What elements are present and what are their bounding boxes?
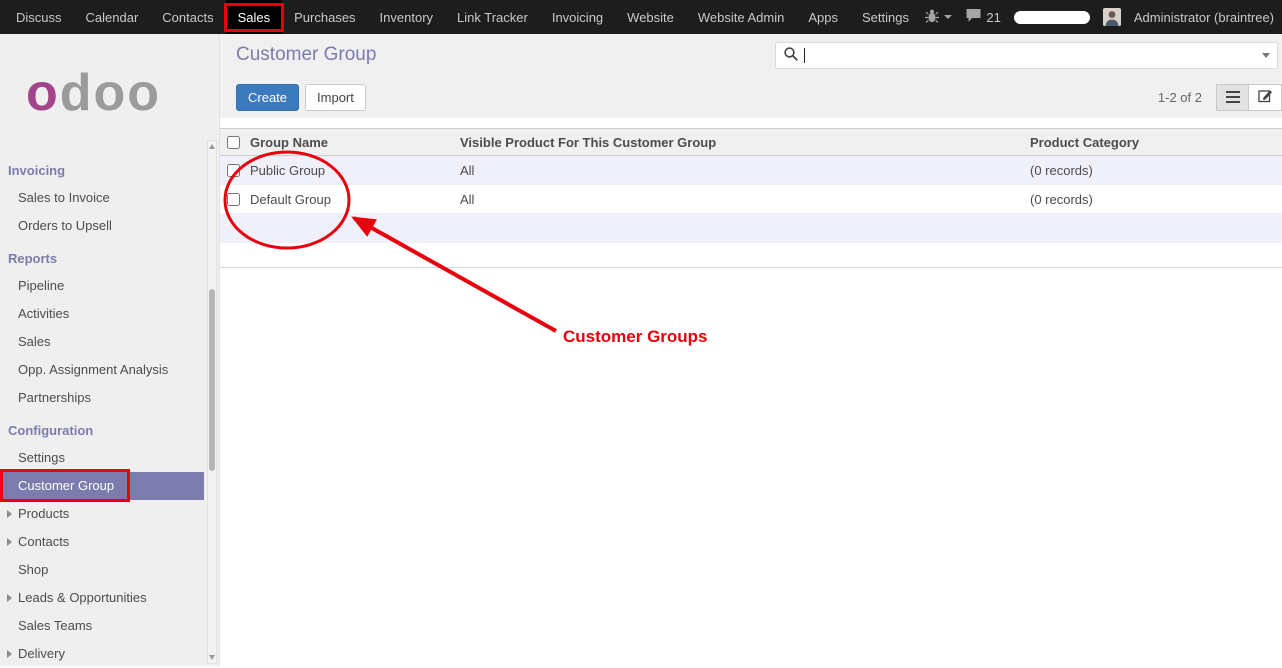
nav-item-sales[interactable]: Sales <box>226 0 283 34</box>
odoo-logo: odoo <box>0 34 204 152</box>
nav-item-apps[interactable]: Apps <box>796 0 850 34</box>
user-menu[interactable]: Administrator (braintree) <box>1134 10 1274 25</box>
main-content: Customer Group Create Import 1-2 of 2 <box>220 34 1282 666</box>
row-checkbox[interactable] <box>227 164 240 177</box>
sidebar-item-contacts[interactable]: Contacts <box>0 528 204 556</box>
row-checkbox[interactable] <box>227 193 240 206</box>
column-header-product-category[interactable]: Product Category <box>1030 135 1282 150</box>
cell-product-category: (0 records) <box>1030 192 1282 207</box>
scrollbar-thumb[interactable] <box>209 289 215 471</box>
sidebar-item-activities[interactable]: Activities <box>0 300 204 328</box>
chevron-down-icon <box>944 15 952 19</box>
sidebar-item-orders-to-upsell[interactable]: Orders to Upsell <box>0 212 204 240</box>
pager: 1-2 of 2 <box>1158 90 1202 105</box>
cell-product-category: (0 records) <box>1030 163 1282 178</box>
bug-icon <box>924 9 940 26</box>
caret-right-icon <box>7 594 12 602</box>
nav-item-website-admin[interactable]: Website Admin <box>686 0 796 34</box>
cell-group-name: Public Group <box>248 163 460 178</box>
nav-item-settings[interactable]: Settings <box>850 0 921 34</box>
cell-group-name: Default Group <box>248 192 460 207</box>
chat-icon <box>965 8 982 26</box>
empty-row <box>220 214 1282 243</box>
breadcrumb-row: Customer Group <box>220 34 1282 76</box>
user-avatar[interactable] <box>1103 8 1121 26</box>
sidebar-section-title: Reports <box>0 246 204 272</box>
sidebar-section-configuration: Configuration Settings Customer Group Pr… <box>0 418 204 668</box>
create-button[interactable]: Create <box>236 84 299 111</box>
nav-item-invoicing[interactable]: Invoicing <box>540 0 615 34</box>
sidebar: odoo Invoicing Sales to Invoice Orders t… <box>0 34 220 666</box>
sidebar-item-opp-assignment-analysis[interactable]: Opp. Assignment Analysis <box>0 356 204 384</box>
button-row: Create Import 1-2 of 2 <box>220 76 1282 118</box>
caret-right-icon <box>7 510 12 518</box>
sidebar-item-sales-teams[interactable]: Sales Teams <box>0 612 204 640</box>
empty-row <box>220 243 1282 268</box>
sidebar-item-settings[interactable]: Settings <box>0 444 204 472</box>
sidebar-section-title: Invoicing <box>0 158 204 184</box>
list-view-button[interactable] <box>1216 84 1249 111</box>
search-input[interactable] <box>807 48 1262 63</box>
sidebar-item-sales[interactable]: Sales <box>0 328 204 356</box>
nav-item-discuss[interactable]: Discuss <box>4 0 74 34</box>
nav-item-website[interactable]: Website <box>615 0 686 34</box>
sidebar-item-pipeline[interactable]: Pipeline <box>0 272 204 300</box>
customer-group-list: Group Name Visible Product For This Cust… <box>220 128 1282 268</box>
nav-item-link-tracker[interactable]: Link Tracker <box>445 0 540 34</box>
sidebar-item-products[interactable]: Products <box>0 500 204 528</box>
sidebar-section-invoicing: Invoicing Sales to Invoice Orders to Ups… <box>0 158 204 240</box>
sidebar-section-reports: Reports Pipeline Activities Sales Opp. A… <box>0 246 204 412</box>
sidebar-item-delivery[interactable]: Delivery <box>0 640 204 668</box>
sidebar-menu: odoo Invoicing Sales to Invoice Orders t… <box>0 34 204 668</box>
debug-menu[interactable] <box>924 9 952 26</box>
import-button[interactable]: Import <box>305 84 366 111</box>
view-switcher <box>1216 84 1282 111</box>
edit-form-icon <box>1258 88 1273 106</box>
sidebar-item-sales-to-invoice[interactable]: Sales to Invoice <box>0 184 204 212</box>
messages-menu[interactable]: 21 <box>965 8 1000 26</box>
sidebar-scrollbar[interactable] <box>207 140 217 664</box>
app-menu: Discuss Calendar Contacts Sales Purchase… <box>0 0 921 34</box>
table-row-public-group[interactable]: Public Group All (0 records) <box>220 156 1282 185</box>
nav-item-inventory[interactable]: Inventory <box>368 0 445 34</box>
sidebar-item-leads-opportunities[interactable]: Leads & Opportunities <box>0 584 204 612</box>
nav-item-purchases[interactable]: Purchases <box>282 0 367 34</box>
column-header-group-name[interactable]: Group Name <box>248 135 460 150</box>
nav-item-calendar[interactable]: Calendar <box>74 0 151 34</box>
cell-visible-product: All <box>460 192 1030 207</box>
table-header-row: Group Name Visible Product For This Cust… <box>220 128 1282 156</box>
top-navbar: Discuss Calendar Contacts Sales Purchase… <box>0 0 1282 34</box>
select-all-checkbox[interactable] <box>227 136 240 149</box>
status-pill <box>1014 11 1090 24</box>
sidebar-item-customer-group[interactable]: Customer Group <box>0 472 204 500</box>
form-view-button[interactable] <box>1249 84 1282 111</box>
text-cursor <box>804 48 805 63</box>
control-panel: Customer Group Create Import 1-2 of 2 <box>220 34 1282 118</box>
search-options-caret-icon[interactable] <box>1262 53 1270 58</box>
search-icon <box>783 46 799 65</box>
scroll-up-icon[interactable] <box>209 144 215 149</box>
page-title: Customer Group <box>236 44 376 66</box>
table-row-default-group[interactable]: Default Group All (0 records) <box>220 185 1282 214</box>
search-bar[interactable] <box>775 42 1278 69</box>
sidebar-item-partnerships[interactable]: Partnerships <box>0 384 204 412</box>
navbar-right: 21 Administrator (braintree) <box>924 0 1282 34</box>
nav-item-contacts[interactable]: Contacts <box>150 0 225 34</box>
message-count: 21 <box>986 10 1000 25</box>
cell-visible-product: All <box>460 163 1030 178</box>
list-icon <box>1226 91 1240 103</box>
sidebar-item-shop[interactable]: Shop <box>0 556 204 584</box>
column-header-visible-product[interactable]: Visible Product For This Customer Group <box>460 135 1030 150</box>
scroll-down-icon[interactable] <box>209 655 215 660</box>
sidebar-section-title: Configuration <box>0 418 204 444</box>
caret-right-icon <box>7 538 12 546</box>
odoo-logo-text: odoo <box>26 67 161 119</box>
caret-right-icon <box>7 650 12 658</box>
